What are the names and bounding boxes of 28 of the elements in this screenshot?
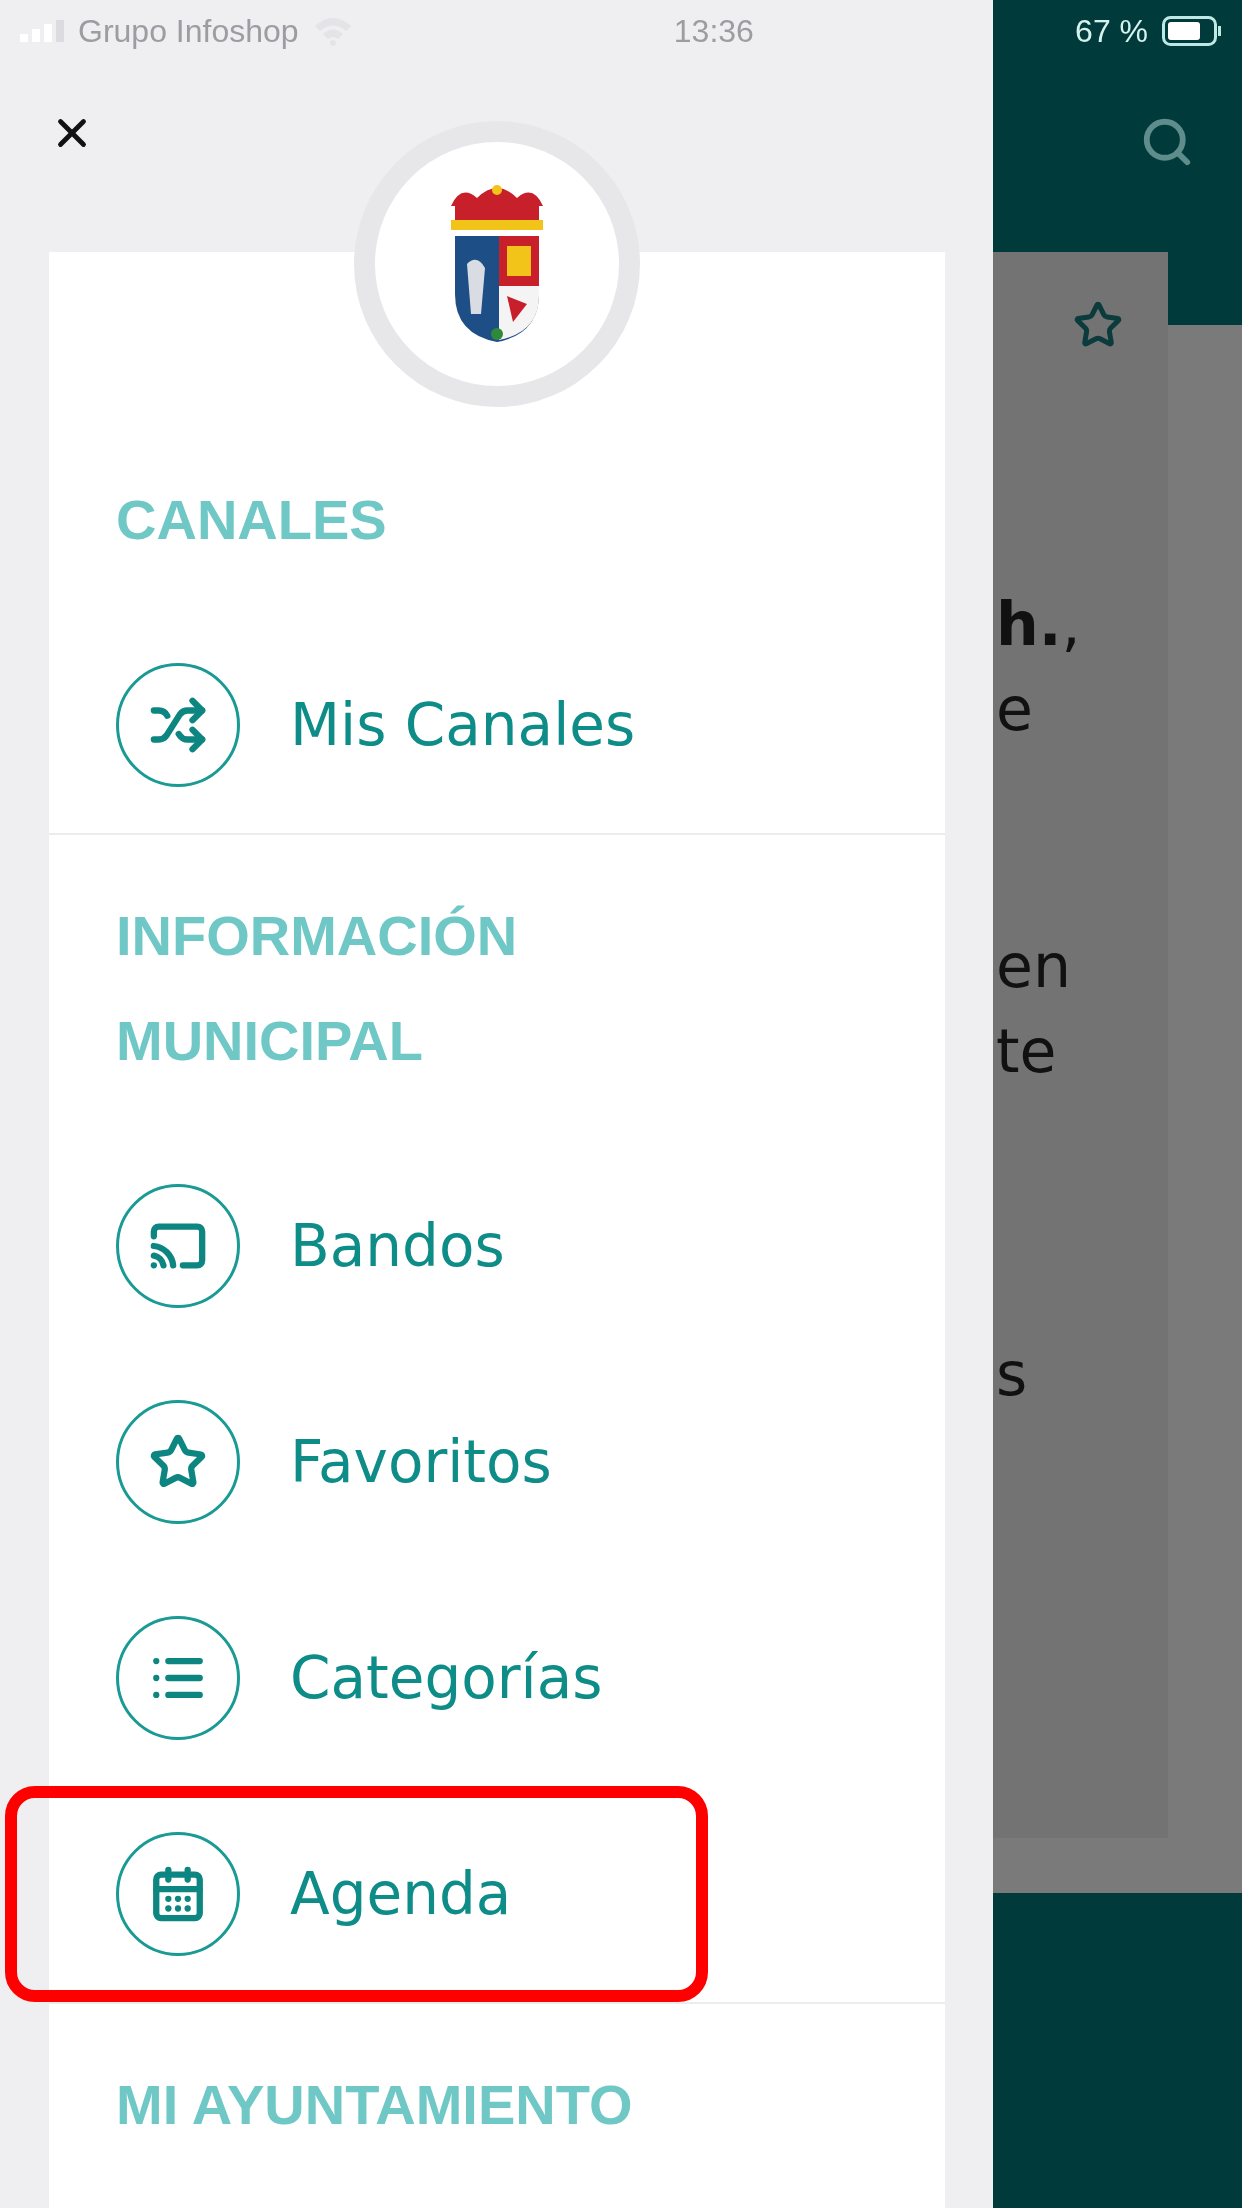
menu-item-icon	[116, 1832, 240, 1956]
section-heading: MI AYUNTAMIENTO	[116, 2072, 634, 2138]
section-heading: CANALES	[116, 487, 388, 553]
clock-time: 13:36	[673, 12, 754, 50]
menu-item-label: Categorías	[290, 1644, 603, 1712]
menu-item[interactable]: Favoritos	[116, 1354, 945, 1570]
menu-item-icon	[116, 1400, 240, 1524]
body-text: te	[996, 1015, 1058, 1088]
body-text: en	[996, 930, 1072, 1003]
battery-percent: 67 %	[1075, 12, 1148, 50]
menu-item[interactable]: Bandos	[116, 1138, 945, 1354]
menu-item-icon	[116, 1616, 240, 1740]
signal-icon	[20, 20, 64, 42]
section-heading: INFORMACIÓN MUNICIPAL	[116, 903, 519, 1074]
menu-item[interactable]: Categorías	[116, 1570, 945, 1786]
menu-item-label: Favoritos	[290, 1428, 552, 1496]
menu-item[interactable]: Agenda	[116, 1798, 696, 1990]
battery-icon	[1162, 16, 1222, 46]
body-text: h.,	[996, 588, 1082, 661]
menu-item-icon	[116, 1184, 240, 1308]
body-text: e	[996, 673, 1034, 746]
menu-item-icon	[116, 663, 240, 787]
body-text: s	[996, 1338, 1029, 1411]
carrier-name: Grupo Infoshop	[78, 12, 299, 50]
menu-item-label: Bandos	[290, 1212, 505, 1280]
menu-item-label: Mis Canales	[290, 691, 636, 759]
menu-item[interactable]: Mis Canales	[116, 617, 945, 833]
menu-item-label: Agenda	[290, 1860, 512, 1928]
